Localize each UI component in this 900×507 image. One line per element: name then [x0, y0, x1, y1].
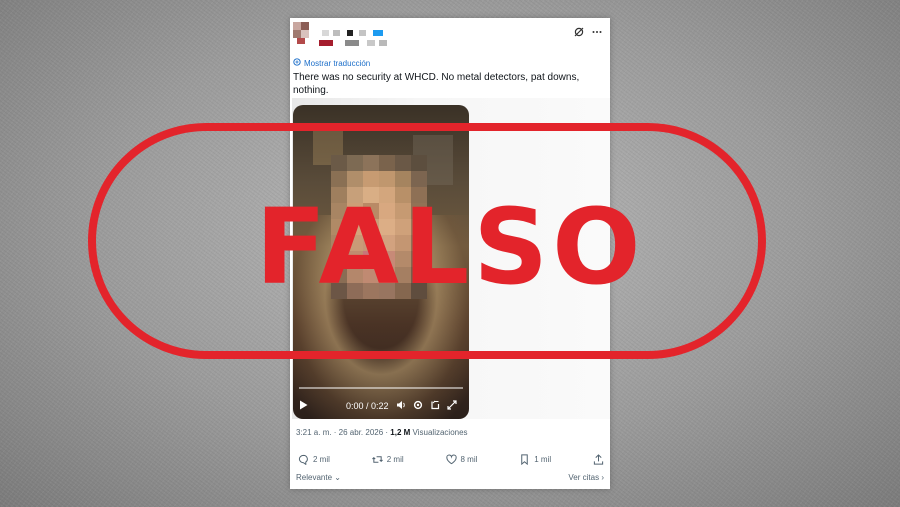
reply-count: 2 mil	[313, 455, 330, 464]
translate-label: Mostrar traducción	[304, 58, 371, 68]
avatar[interactable]	[293, 22, 309, 44]
video-progress-bar[interactable]	[299, 387, 463, 389]
tweet-meta: 3:21 a. m. · 26 abr. 2026 · 1,2 M Visual…	[296, 428, 468, 437]
translate-link[interactable]: Mostrar traducción	[293, 58, 370, 68]
translate-icon	[293, 58, 301, 68]
bookmark-icon	[521, 454, 529, 465]
like-button[interactable]: 8 mil	[445, 454, 478, 465]
repost-button[interactable]: 2 mil	[371, 454, 404, 465]
tweet-actions: 2 mil 2 mil 8 mil 1 mil	[298, 454, 604, 465]
reply-button[interactable]: 2 mil	[298, 454, 330, 465]
like-count: 8 mil	[460, 455, 478, 464]
tweet-timestamp[interactable]: 3:21 a. m. · 26 abr. 2026 ·	[296, 428, 388, 437]
repost-icon	[371, 456, 383, 463]
username-censored[interactable]	[317, 30, 407, 48]
tweet-footer: Relevante ⌄ Ver citas ›	[296, 473, 604, 482]
pip-icon[interactable]	[430, 400, 440, 412]
views-label: Visualizaciones	[412, 428, 468, 437]
bookmark-count: 1 mil	[534, 455, 552, 464]
chevron-right-icon: ›	[601, 473, 604, 482]
quotes-link[interactable]: Ver citas ›	[568, 473, 604, 482]
volume-icon[interactable]	[396, 400, 406, 412]
like-icon	[445, 454, 457, 465]
play-icon[interactable]	[299, 400, 308, 412]
chevron-down-icon: ⌄	[334, 473, 341, 482]
settings-icon[interactable]	[413, 400, 423, 412]
fullscreen-icon[interactable]	[446, 400, 457, 412]
sort-dropdown[interactable]: Relevante ⌄	[296, 473, 341, 482]
repost-count: 2 mil	[386, 455, 404, 464]
reply-icon	[298, 454, 308, 465]
tweet-text: There was no security at WHCD. No metal …	[293, 72, 580, 96]
more-icon[interactable]	[592, 26, 602, 40]
share-icon	[593, 454, 604, 465]
share-button[interactable]	[593, 454, 604, 465]
grok-icon[interactable]	[574, 26, 584, 40]
video-controls: 0:00 / 0:22	[293, 379, 469, 419]
video-time: 0:00 / 0:22	[346, 401, 389, 411]
views-count: 1,2 M	[390, 428, 411, 437]
bookmark-button[interactable]: 1 mil	[519, 454, 551, 465]
falso-stamp-outline	[88, 123, 766, 359]
sort-label: Relevante	[296, 473, 333, 482]
quotes-label: Ver citas	[568, 473, 600, 482]
